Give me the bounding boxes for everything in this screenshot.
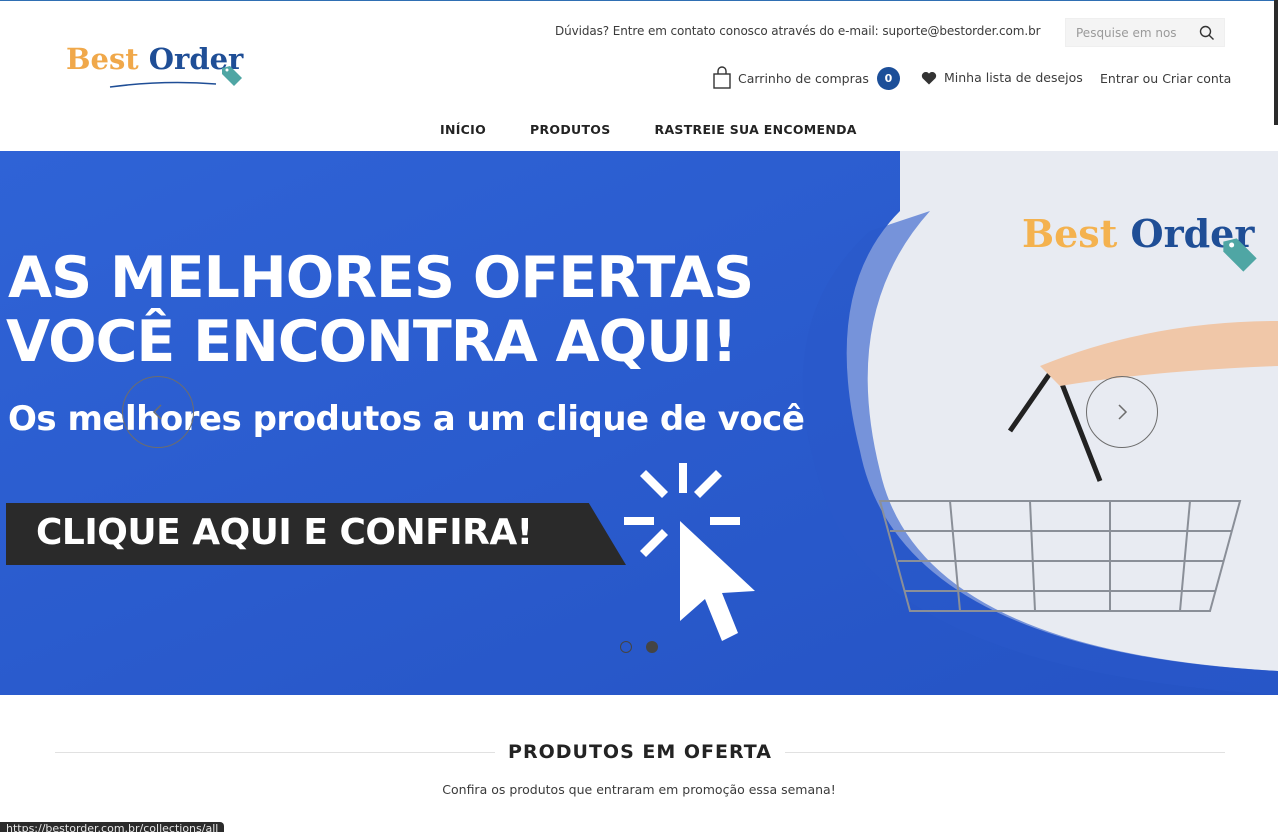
hero-headline-1: AS MELHORES OFERTAS — [8, 245, 754, 311]
price-tag-icon — [222, 66, 242, 86]
section-title: PRODUTOS EM OFERTA — [508, 741, 772, 763]
top-accent-line — [0, 0, 1278, 1]
nav-item-produtos[interactable]: PRODUTOS — [530, 122, 611, 137]
slider-next-button[interactable] — [1086, 376, 1158, 448]
account-separator: ou — [1138, 71, 1163, 86]
chevron-left-icon — [152, 404, 162, 420]
site-logo[interactable]: Best Order — [62, 40, 252, 96]
hero-logo: Best Order — [1020, 211, 1270, 275]
status-bar-url: https://bestorder.com.br/collections/all — [0, 822, 225, 832]
section-subtitle: Confira os produtos que entraram em prom… — [442, 782, 836, 797]
nav-item-rastreie[interactable]: RASTREIE SUA ENCOMENDA — [655, 122, 857, 137]
price-tag-icon — [1223, 238, 1257, 272]
section-divider-right — [785, 752, 1225, 753]
logo-swoosh — [109, 81, 217, 88]
hero-headline-2: VOCÊ ENCONTRA AQUI! — [6, 309, 738, 375]
heart-icon — [921, 71, 937, 84]
slider-prev-button[interactable] — [122, 376, 194, 448]
section-divider-left — [55, 752, 495, 753]
account-links: Entrar ou Criar conta — [1100, 71, 1231, 86]
scrollbar[interactable] — [1274, 0, 1278, 125]
main-nav: INÍCIO PRODUTOS RASTREIE SUA ENCOMENDA — [440, 122, 901, 137]
slider-dot-2[interactable] — [646, 641, 658, 653]
shopping-bag-icon — [713, 66, 731, 89]
search-input[interactable] — [1076, 24, 1191, 42]
hero-cta-banner[interactable]: CLIQUE AQUI E CONFIRA! — [6, 503, 626, 565]
contact-text: Dúvidas? Entre em contato conosco atravé… — [555, 24, 1041, 38]
cart-label: Carrinho de compras — [738, 70, 869, 86]
wishlist-label: Minha lista de desejos — [944, 70, 1083, 85]
nav-item-inicio[interactable]: INÍCIO — [440, 122, 486, 137]
slider-dots — [620, 641, 672, 653]
chevron-right-icon — [1118, 404, 1128, 420]
login-link[interactable]: Entrar — [1100, 71, 1139, 86]
register-link[interactable]: Criar conta — [1162, 71, 1231, 86]
wishlist-link[interactable]: Minha lista de desejos — [921, 70, 1083, 85]
hero-slider[interactable]: AS MELHORES OFERTAS VOCÊ ENCONTRA AQUI! … — [0, 151, 1278, 695]
logo-text: Best Order — [66, 42, 244, 76]
slider-dot-1[interactable] — [620, 641, 632, 653]
cart-link[interactable]: Carrinho de compras 0 — [712, 64, 900, 92]
search-box — [1065, 18, 1225, 47]
cart-count-badge: 0 — [876, 66, 900, 90]
hero-cta-text: CLIQUE AQUI E CONFIRA! — [36, 512, 533, 553]
search-icon[interactable] — [1198, 24, 1216, 42]
